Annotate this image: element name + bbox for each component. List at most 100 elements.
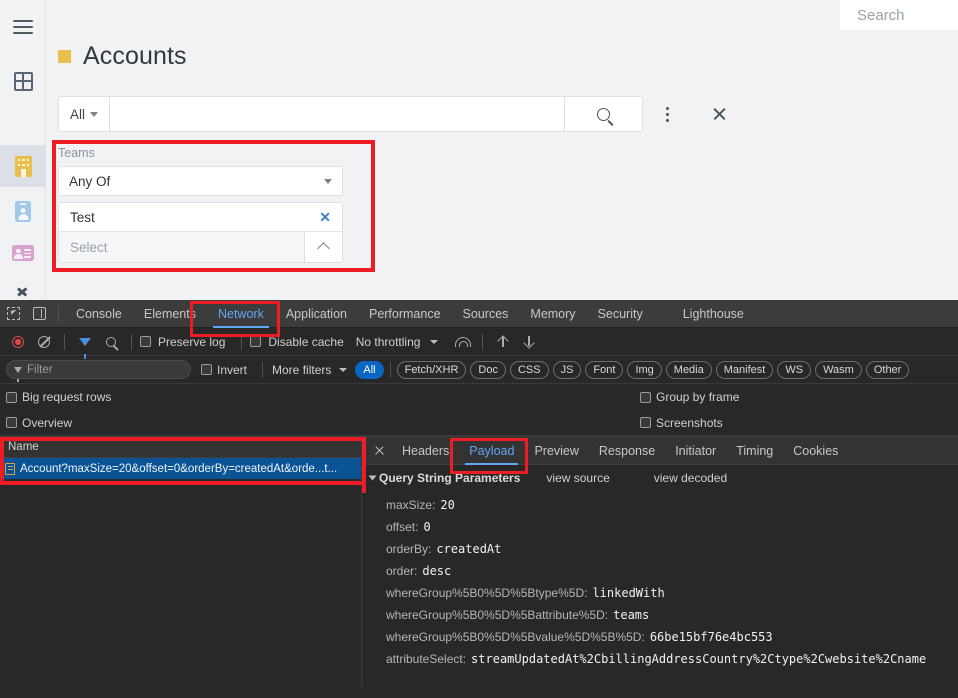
tab-memory[interactable]: Memory (519, 300, 586, 328)
network-conditions-button[interactable] (450, 330, 474, 354)
filter-chip-manifest[interactable]: Manifest (716, 361, 774, 379)
filter-chip-all[interactable]: All (355, 361, 383, 379)
big-request-rows-checkbox[interactable] (6, 392, 17, 403)
network-split-view: Name Account?maxSize=20&offset=0&orderBy… (0, 436, 958, 687)
tab-timing[interactable]: Timing (726, 437, 783, 465)
inspect-element-button[interactable] (0, 300, 26, 328)
screenshots-label[interactable]: Screenshots (656, 416, 723, 430)
filter-chip-ws[interactable]: WS (777, 361, 811, 379)
tab-sources[interactable]: Sources (452, 300, 520, 328)
filter-chip-img[interactable]: Img (627, 361, 661, 379)
group-by-frame-checkbox[interactable] (640, 392, 651, 403)
filter-chip-media[interactable]: Media (666, 361, 712, 379)
search-more-options-button[interactable] (655, 96, 679, 132)
tab-security[interactable]: Security (587, 300, 654, 328)
screenshots-checkbox[interactable] (640, 417, 651, 428)
divider (64, 334, 65, 350)
filter-input[interactable]: Filter (6, 360, 191, 379)
tab-lighthouse[interactable]: Lighthouse (672, 300, 755, 328)
overview-checkbox[interactable] (6, 417, 17, 428)
devtools-tabbar: Console Elements Network Application Per… (0, 300, 958, 328)
chevron-down-icon (369, 476, 377, 481)
remove-team-button[interactable]: ✕ (319, 209, 331, 226)
toggle-filter-button[interactable] (73, 330, 97, 354)
disable-cache-checkbox[interactable] (250, 336, 261, 347)
accounts-entity-icon (58, 50, 71, 63)
divider (241, 334, 242, 350)
more-filters-dropdown[interactable]: More filters (272, 363, 331, 377)
teams-filter-label: Teams (58, 146, 370, 160)
filter-placeholder: Filter (27, 364, 53, 376)
tab-response[interactable]: Response (589, 437, 665, 465)
filter-chip-js[interactable]: JS (553, 361, 582, 379)
query-string-title: Query String Parameters (379, 471, 520, 485)
tab-application[interactable]: Application (275, 300, 358, 328)
record-button[interactable] (6, 330, 30, 354)
throttling-dropdown[interactable]: No throttling (356, 335, 421, 349)
tab-performance[interactable]: Performance (358, 300, 452, 328)
param-key: attributeSelect: (386, 648, 466, 670)
search-input[interactable] (110, 96, 565, 132)
search-requests-button[interactable] (99, 330, 123, 354)
sidebar-item-menu-toggle[interactable] (0, 6, 46, 48)
filter-chip-other[interactable]: Other (866, 361, 910, 379)
list-item: maxSize: 20 (362, 494, 958, 516)
tab-headers[interactable]: Headers (392, 437, 459, 465)
filter-chip-font[interactable]: Font (585, 361, 623, 379)
view-source-link[interactable]: view source (546, 471, 609, 485)
export-har-button[interactable] (517, 330, 541, 354)
search-button[interactable] (565, 96, 643, 132)
teams-select-placeholder[interactable]: Select (59, 240, 304, 255)
tab-console[interactable]: Console (65, 300, 133, 328)
invert-checkbox[interactable] (201, 364, 212, 375)
clear-icon (38, 336, 50, 348)
table-row[interactable]: Account?maxSize=20&offset=0&orderBy=crea… (0, 458, 361, 479)
tab-preview[interactable]: Preview (524, 437, 588, 465)
search-icon (597, 108, 610, 121)
record-icon (12, 336, 24, 348)
param-value: streamUpdatedAt%2CbillingAddressCountry%… (471, 648, 926, 670)
chevron-down-icon[interactable] (339, 368, 347, 372)
filter-chip-css[interactable]: CSS (510, 361, 549, 379)
list-item: attributeSelect: streamUpdatedAt%2Cbilli… (362, 648, 958, 670)
view-decoded-link[interactable]: view decoded (654, 471, 727, 485)
device-toolbar-button[interactable] (26, 300, 52, 328)
sidebar-item-accounts[interactable] (0, 145, 46, 187)
search-close-button[interactable] (706, 96, 732, 132)
chevron-down-icon[interactable] (430, 340, 438, 344)
param-value: 66be15bf76e4bc553 (650, 626, 773, 648)
request-list-column-header[interactable]: Name (0, 437, 361, 458)
teams-condition-select[interactable]: Any Of (58, 166, 343, 196)
group-by-frame-label[interactable]: Group by frame (656, 390, 739, 404)
teams-collapse-button[interactable] (304, 232, 342, 262)
sidebar-item-dashboard[interactable] (0, 60, 46, 102)
overview-label[interactable]: Overview (22, 416, 72, 430)
preserve-log-label[interactable]: Preserve log (158, 335, 225, 349)
filter-chip-wasm[interactable]: Wasm (815, 361, 862, 379)
divider (482, 334, 483, 350)
invert-label[interactable]: Invert (217, 363, 247, 377)
close-detail-button[interactable] (366, 437, 392, 465)
inspect-element-icon (7, 307, 20, 320)
tab-cookies[interactable]: Cookies (783, 437, 848, 465)
tab-elements[interactable]: Elements (133, 300, 207, 328)
tab-payload[interactable]: Payload (459, 437, 524, 465)
disable-cache-label[interactable]: Disable cache (268, 335, 343, 349)
tab-initiator[interactable]: Initiator (665, 437, 726, 465)
search-scope-label: All (70, 107, 85, 122)
big-request-rows-label[interactable]: Big request rows (22, 390, 111, 404)
sidebar-item-leads[interactable] (0, 232, 46, 274)
tab-network[interactable]: Network (207, 300, 275, 328)
global-search-placeholder: Search (857, 7, 905, 24)
search-scope-dropdown[interactable]: All (58, 96, 110, 132)
sidebar-item-contacts[interactable] (0, 190, 46, 232)
filter-chip-doc[interactable]: Doc (470, 361, 506, 379)
preserve-log-checkbox[interactable] (140, 336, 151, 347)
clear-button[interactable] (32, 330, 56, 354)
param-value: 0 (423, 516, 430, 538)
filter-chip-fetch-xhr[interactable]: Fetch/XHR (397, 361, 467, 379)
query-string-section-header[interactable]: Query String Parameters view source view… (362, 465, 958, 491)
param-key: whereGroup%5B0%5D%5Battribute%5D: (386, 604, 608, 626)
import-har-button[interactable] (491, 330, 515, 354)
global-search-input[interactable]: Search (840, 0, 958, 30)
